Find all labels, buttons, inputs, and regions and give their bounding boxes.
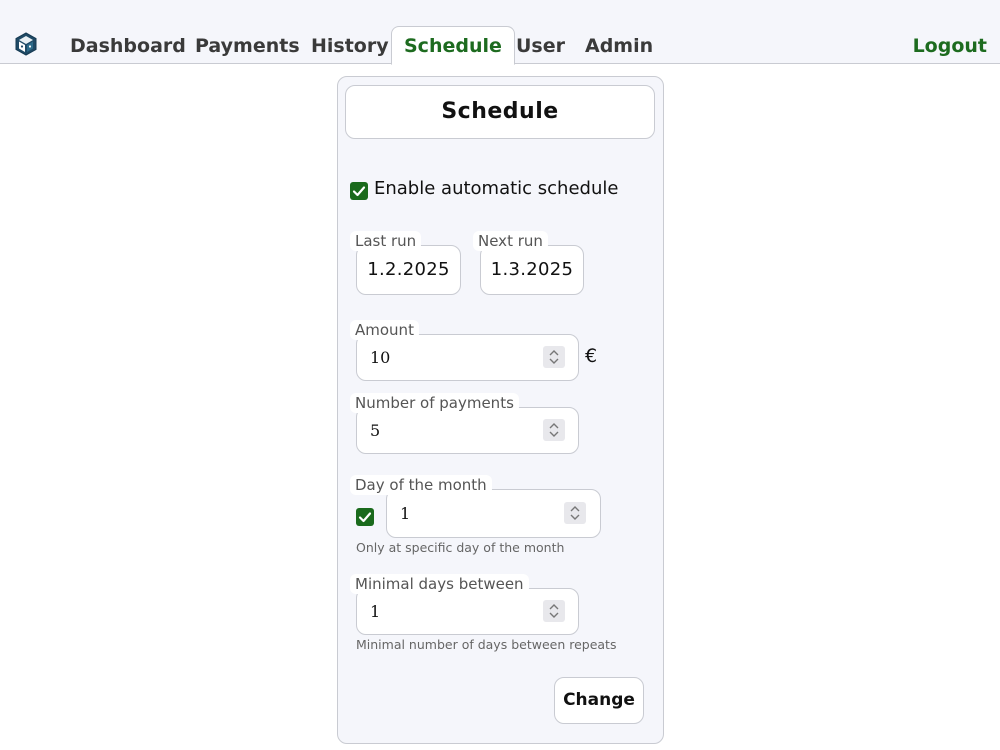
minimal-days-value: 1	[370, 602, 381, 621]
next-run-label: Next run	[473, 231, 548, 251]
schedule-card: Schedule Enable automatic schedule 1.2.2…	[337, 76, 664, 744]
top-nav: Dashboard Payments History Schedule User…	[0, 0, 1000, 66]
change-button[interactable]: Change	[554, 677, 644, 724]
day-of-month-label: Day of the month	[350, 475, 492, 495]
tab-dashboard[interactable]: Dashboard	[70, 26, 186, 64]
number-of-payments-input[interactable]: 5	[356, 407, 579, 454]
logout-link[interactable]: Logout	[913, 26, 987, 66]
amount-label: Amount	[350, 320, 419, 340]
amount-input[interactable]: 10	[356, 334, 579, 381]
number-of-payments-value: 5	[370, 421, 381, 440]
day-of-month-value: 1	[400, 504, 411, 523]
tab-payments[interactable]: Payments	[195, 26, 300, 64]
minimal-days-label: Minimal days between	[350, 574, 529, 594]
tab-history[interactable]: History	[311, 26, 389, 64]
payments-stepper-icon[interactable]	[543, 419, 565, 441]
day-stepper-icon[interactable]	[564, 502, 586, 524]
currency-symbol: €	[585, 345, 598, 367]
minimal-days-stepper-icon[interactable]	[543, 600, 565, 622]
day-of-month-input[interactable]: 1	[386, 489, 601, 538]
enable-schedule-checkbox[interactable]	[350, 182, 368, 200]
day-of-month-hint: Only at specific day of the month	[356, 540, 565, 555]
next-run-value: 1.3.2025	[480, 245, 584, 295]
amount-stepper-icon[interactable]	[543, 346, 565, 368]
cube-logo-icon[interactable]	[13, 31, 39, 57]
minimal-days-hint: Minimal number of days between repeats	[356, 637, 617, 652]
enable-schedule-label: Enable automatic schedule	[374, 178, 619, 199]
tab-schedule[interactable]: Schedule	[391, 26, 515, 65]
minimal-days-input[interactable]: 1	[356, 588, 579, 635]
schedule-title: Schedule	[345, 85, 655, 139]
tab-admin[interactable]: Admin	[585, 26, 653, 64]
amount-value: 10	[370, 348, 391, 367]
last-run-value: 1.2.2025	[356, 245, 461, 295]
day-of-month-checkbox[interactable]	[356, 508, 374, 526]
number-of-payments-label: Number of payments	[350, 393, 519, 413]
last-run-label: Last run	[350, 231, 422, 251]
tab-user[interactable]: User	[516, 26, 565, 64]
